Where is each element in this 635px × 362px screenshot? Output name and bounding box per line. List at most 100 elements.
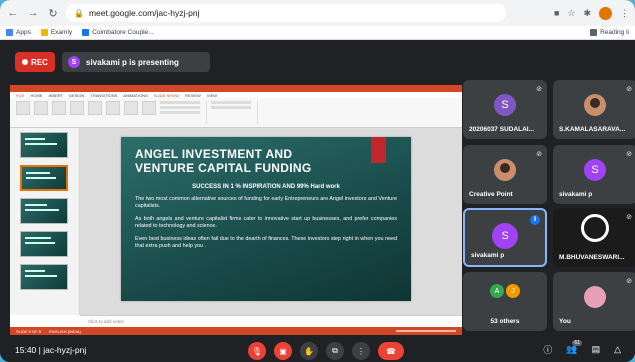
ppt-title-bar xyxy=(10,85,462,92)
forward-icon[interactable]: → xyxy=(26,6,40,20)
call-controls: 🎙 ▣ ✋ ⧉ ⋮ ☎ xyxy=(248,342,404,360)
zoom-slider xyxy=(396,330,456,332)
ppt-tab: TRANSITIONS xyxy=(90,92,118,98)
browser-toolbar: ← → ↻ 🔒 meet.google.com/jac-hyzj-pnj ■ ☆… xyxy=(0,0,635,26)
participant-tile-speaking[interactable]: ⦀ S sivakami p xyxy=(463,208,547,267)
slide-thumbnail xyxy=(20,231,68,257)
bookmark-examly[interactable]: Examly xyxy=(40,29,73,36)
reading-list-icon xyxy=(590,29,598,36)
ppt-tab: VIEW xyxy=(206,92,218,98)
slide-thumbnails xyxy=(10,128,80,315)
ppt-tab: ANIMATIONS xyxy=(123,92,148,98)
mic-off-icon: ⊘ xyxy=(536,151,542,158)
slide-paragraph: As both angels and venture capitalist fi… xyxy=(135,216,397,229)
others-avatars: A J xyxy=(490,284,520,298)
record-dot-icon xyxy=(22,59,29,65)
more-options-button[interactable]: ⋮ xyxy=(352,342,370,360)
star-icon[interactable]: ☆ xyxy=(567,8,575,19)
slide-title-line2: VENTURE CAPITAL FUNDING xyxy=(135,161,312,175)
reading-list-label: Reading li xyxy=(600,29,629,36)
slide-editor: ANGEL INVESTMENT AND VENTURE CAPITAL FUN… xyxy=(80,128,462,315)
activities-icon[interactable]: △ xyxy=(614,344,621,355)
participant-name: sivakami p xyxy=(471,252,505,259)
others-count: 53 others xyxy=(490,318,520,325)
participant-tile[interactable]: ⊘ S 20206037 SUDALAI... xyxy=(463,80,547,139)
profile-avatar[interactable] xyxy=(599,6,612,20)
presenting-text: sivakami p is presenting xyxy=(86,57,179,67)
ppt-tab: REVIEW xyxy=(185,92,201,98)
ribbon-button xyxy=(70,101,84,115)
rec-label: REC xyxy=(31,57,48,67)
current-slide: ANGEL INVESTMENT AND VENTURE CAPITAL FUN… xyxy=(121,137,411,301)
participant-tile[interactable]: ⊘ Creative Point xyxy=(463,145,547,204)
ppt-tab: SLIDE SHOW xyxy=(153,92,180,98)
side-controls: ⓘ 👥 61 ▤ △ xyxy=(543,340,621,356)
participant-avatar: S xyxy=(494,94,516,116)
bookmark-label: Examly xyxy=(50,29,73,36)
ppt-status-bar: SLIDE 5 OF 8 ENGLISH (INDIA) xyxy=(10,327,462,335)
slide-thumbnail xyxy=(20,198,68,224)
participant-name: S.KAMALASARAVA... xyxy=(559,126,626,133)
slide-paragraph: Even best business ideas often fail due … xyxy=(135,236,397,249)
other-avatar: A xyxy=(490,284,504,298)
back-icon[interactable]: ← xyxy=(6,6,20,20)
camera-off-button[interactable]: ▣ xyxy=(274,342,292,360)
mic-off-icon: ⊘ xyxy=(626,278,632,285)
bookmark-coimbatore[interactable]: Coimbatore Couple... xyxy=(82,29,154,36)
participant-tile[interactable]: ⊘ S.KAMALASARAVA... xyxy=(553,80,635,139)
self-photo xyxy=(584,286,606,308)
ribbon-group xyxy=(211,101,258,124)
participant-tile[interactable]: ⊘ S sivakami p xyxy=(553,145,635,204)
speaking-icon: ⦀ xyxy=(530,215,540,225)
people-icon[interactable]: 👥 61 xyxy=(566,340,582,355)
present-button[interactable]: ⧉ xyxy=(326,342,344,360)
others-tile[interactable]: A J 53 others xyxy=(463,272,547,331)
ribbon-button xyxy=(106,101,120,115)
extension-icons: ■ ☆ ✱ ⋮ xyxy=(554,6,629,20)
chat-icon[interactable]: ▤ xyxy=(592,344,601,355)
presenter-avatar: S xyxy=(68,56,80,68)
extensions-icon[interactable]: ✱ xyxy=(583,8,591,19)
reload-icon[interactable]: ↻ xyxy=(46,6,60,20)
info-icon[interactable]: ⓘ xyxy=(543,343,552,356)
ppt-tab: DESIGN xyxy=(69,92,85,98)
notes-pane: Click to add notes xyxy=(80,315,462,327)
participant-photo xyxy=(494,159,516,181)
ribbon-button xyxy=(88,101,102,115)
ribbon-button xyxy=(124,101,138,115)
ppt-tab: INSERT xyxy=(48,92,64,98)
slide-thumbnail xyxy=(20,264,68,290)
menu-icon[interactable]: ⋮ xyxy=(620,8,629,19)
ribbon-button xyxy=(142,101,156,115)
participant-count-badge: 61 xyxy=(572,340,582,346)
reading-list[interactable]: Reading li xyxy=(590,29,629,36)
mic-off-button[interactable]: 🎙 xyxy=(248,342,266,360)
participant-name: You xyxy=(559,318,571,325)
bookmark-apps[interactable]: Apps xyxy=(6,29,31,36)
meet-window: ← → ↻ 🔒 meet.google.com/jac-hyzj-pnj ■ ☆… xyxy=(0,0,635,362)
slide-counter: SLIDE 5 OF 8 xyxy=(16,328,41,334)
bookmark-label: Apps xyxy=(16,29,31,36)
leave-call-button[interactable]: ☎ xyxy=(378,342,404,360)
ribbon-line xyxy=(211,101,251,104)
ribbon-line xyxy=(211,106,251,109)
address-bar[interactable]: 🔒 meet.google.com/jac-hyzj-pnj xyxy=(66,4,506,22)
camera-icon[interactable]: ■ xyxy=(554,8,559,18)
participant-photo xyxy=(584,94,606,116)
meeting-code: jac-hyzj-pnj xyxy=(43,344,87,355)
ribbon-line xyxy=(160,101,200,104)
participant-tile[interactable]: ⊘ M.BHUVANESWARI... xyxy=(553,208,635,267)
presentation-screen: FILE HOME INSERT DESIGN TRANSITIONS ANIM… xyxy=(10,85,462,335)
meeting-info: 15:40 | jac-hyzj-pnj xyxy=(15,345,86,355)
participant-avatar: S xyxy=(492,223,518,249)
ribbon-line xyxy=(160,111,200,114)
bookmarks-bar: Apps Examly Coimbatore Couple... Reading… xyxy=(0,26,635,40)
lock-icon: 🔒 xyxy=(74,8,84,18)
site-icon xyxy=(82,29,90,36)
other-avatar: J xyxy=(506,284,520,298)
meeting-controls-bar: 15:40 | jac-hyzj-pnj 🎙 ▣ ✋ ⧉ ⋮ ☎ ⓘ 👥 61 ▤… xyxy=(0,337,635,362)
raise-hand-button[interactable]: ✋ xyxy=(300,342,318,360)
presenting-banner[interactable]: S sivakami p is presenting xyxy=(62,52,210,72)
self-tile[interactable]: ⊘ You xyxy=(553,272,635,331)
apps-icon xyxy=(6,29,13,36)
